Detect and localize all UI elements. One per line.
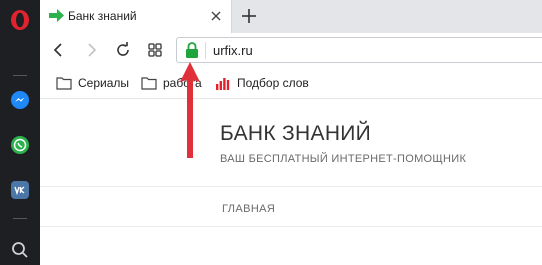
navigation-toolbar: urfix.ru: [40, 33, 542, 67]
new-tab-plus-icon[interactable]: [240, 7, 258, 25]
folder-icon: [141, 77, 157, 90]
green-arrow-favicon-icon: [49, 9, 64, 22]
sidebar-separator: [13, 75, 27, 76]
reload-icon[interactable]: [114, 41, 132, 59]
tab-title: Банк знаний: [68, 9, 137, 23]
opera-logo-icon[interactable]: [10, 9, 30, 31]
bookmark-podbor-slov[interactable]: Подбор слов: [215, 75, 335, 93]
browser-window: Банк знаний urfix.ru Сериалы работа Подб…: [0, 0, 542, 265]
annotation-arrow-icon: [180, 62, 200, 158]
tab-strip: Банк знаний: [40, 0, 542, 33]
address-bar[interactable]: urfix.ru: [176, 37, 542, 63]
back-icon[interactable]: [50, 41, 68, 59]
folder-icon: [56, 77, 72, 90]
bar-chart-icon: [216, 78, 230, 90]
url-divider: [205, 42, 206, 59]
url-text[interactable]: urfix.ru: [213, 43, 253, 58]
bookmark-folder-serials[interactable]: Сериалы: [56, 75, 152, 93]
close-icon[interactable]: [210, 10, 222, 22]
sidebar-separator: [13, 218, 27, 219]
site-subtitle: ВАШ БЕСПЛАТНЫЙ ИНТЕРНЕТ-ПОМОЩНИК: [220, 153, 467, 165]
opera-sidebar: [0, 0, 40, 265]
bookmark-label: Сериалы: [78, 76, 130, 90]
page-content: БАНК ЗНАНИЙ ВАШ БЕСПЛАТНЫЙ ИНТЕРНЕТ-ПОМО…: [40, 100, 542, 265]
search-icon[interactable]: [10, 240, 30, 260]
nav-divider: [40, 226, 542, 227]
tab-active[interactable]: Банк знаний: [40, 0, 232, 33]
forward-icon[interactable]: [82, 41, 100, 59]
messenger-icon[interactable]: [10, 90, 30, 110]
site-title[interactable]: БАНК ЗНАНИЙ: [220, 122, 371, 146]
bookmarks-bar: Сериалы работа Подбор слов: [40, 67, 542, 99]
vk-icon[interactable]: [10, 180, 30, 200]
speed-dial-icon[interactable]: [146, 41, 164, 59]
lock-icon[interactable]: [185, 42, 199, 59]
nav-home-link[interactable]: ГЛАВНАЯ: [222, 203, 275, 215]
whatsapp-icon[interactable]: [10, 135, 30, 155]
nav-divider: [40, 186, 542, 187]
bookmark-label: Подбор слов: [237, 76, 309, 90]
